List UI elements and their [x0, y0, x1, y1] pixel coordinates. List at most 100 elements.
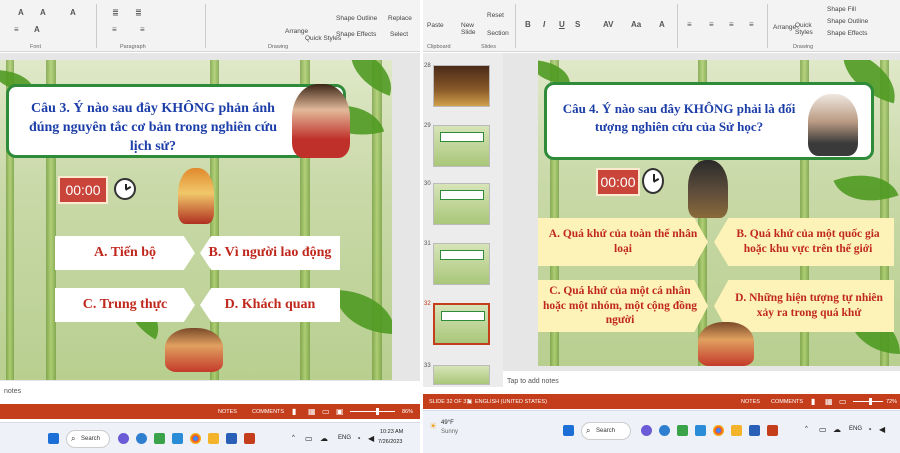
arrange-button[interactable]: Arrange	[773, 24, 796, 31]
edge-icon[interactable]	[659, 425, 670, 436]
bold-button[interactable]: A	[18, 8, 24, 17]
volume-icon[interactable]: ◀	[368, 434, 374, 443]
windows-icon[interactable]	[48, 433, 59, 444]
shape-outline-button[interactable]: Shape Outline	[827, 18, 868, 25]
align-center-button[interactable]: ≡	[709, 20, 714, 29]
reading-view-icon[interactable]: ▭	[322, 407, 330, 416]
shape-outline-button[interactable]: Shape Outline	[336, 15, 377, 22]
slide-sorter-icon[interactable]: ▦	[308, 407, 316, 416]
underline-button[interactable]: U	[559, 20, 565, 29]
replace-button[interactable]: Replace	[388, 15, 412, 22]
reading-view-icon[interactable]: ▭	[839, 397, 847, 406]
language-status[interactable]: ENGLISH (UNITED STATES)	[475, 399, 547, 405]
align-center-button[interactable]: ≡	[140, 25, 145, 34]
font-color-button[interactable]: A	[659, 20, 665, 29]
slide-canvas[interactable]: Câu 3. Ý nào sau đây KHÔNG phản ánh đúng…	[0, 60, 392, 380]
photos-icon[interactable]	[172, 433, 183, 444]
zoom-slider-knob[interactable]	[376, 408, 379, 415]
italic-button[interactable]: I	[543, 20, 545, 29]
answer-c[interactable]: C. Trung thực	[55, 288, 195, 322]
notes-pane[interactable]: Tap to add notes	[507, 378, 559, 385]
arrange-button[interactable]: Arrange	[285, 28, 308, 35]
word-icon[interactable]	[749, 425, 760, 436]
slide-thumbnail-28[interactable]	[433, 65, 490, 107]
search-box[interactable]: ⌕ Search	[581, 422, 631, 440]
search-box[interactable]: ⌕ Search	[66, 430, 110, 448]
quick-styles-button[interactable]: Quick Styles	[795, 22, 819, 36]
zoom-level[interactable]: 86%	[402, 409, 413, 415]
shape-fill-button[interactable]: Shape Fill	[827, 6, 856, 13]
slide-thumbnail-32[interactable]	[433, 303, 490, 345]
change-case-button[interactable]: Aa	[631, 20, 641, 29]
clock-time[interactable]: 10:23 AM	[380, 429, 403, 435]
answer-c[interactable]: C. Quá khứ của một cá nhân hoặc một nhóm…	[538, 280, 708, 332]
copilot-icon[interactable]	[118, 433, 129, 444]
slide-canvas[interactable]: Câu 4. Ý nào sau đây KHÔNG phải là đối t…	[538, 60, 900, 366]
align-left-button[interactable]: ≡	[112, 25, 117, 34]
numbering-button[interactable]: ≣	[135, 8, 142, 17]
zoom-level[interactable]: 72%	[886, 399, 897, 405]
copilot-icon[interactable]	[641, 425, 652, 436]
word-icon[interactable]	[226, 433, 237, 444]
text-color-button[interactable]: A	[34, 25, 40, 34]
weather-icon[interactable]: ☀	[429, 421, 437, 432]
wifi-icon[interactable]: ◔	[356, 434, 361, 443]
tray-expand-icon[interactable]: ^	[805, 426, 808, 432]
comments-toggle[interactable]: COMMENTS	[252, 409, 284, 415]
zoom-slider[interactable]	[853, 401, 883, 402]
zoom-slider[interactable]	[350, 411, 395, 412]
paste-button[interactable]: Paste	[427, 22, 444, 29]
char-spacing-button[interactable]: AV	[603, 20, 614, 29]
comments-toggle[interactable]: COMMENTS	[771, 399, 803, 405]
notes-toggle[interactable]: NOTES	[741, 399, 760, 405]
spellcheck-icon[interactable]: ▣	[467, 399, 472, 405]
weather-desc[interactable]: Sunny	[441, 429, 458, 435]
weather-temp[interactable]: 49°F	[441, 420, 454, 426]
slideshow-icon[interactable]: ▣	[336, 407, 344, 416]
answer-d[interactable]: D. Khách quan	[200, 288, 340, 322]
edge-icon[interactable]	[136, 433, 147, 444]
powerpoint-icon[interactable]	[244, 433, 255, 444]
slide-sorter-icon[interactable]: ▦	[825, 397, 833, 406]
answer-a[interactable]: A. Quá khứ của toàn thể nhân loại	[538, 218, 708, 266]
normal-view-icon[interactable]: ▮	[811, 397, 815, 406]
language-indicator[interactable]: ENG	[849, 426, 862, 432]
file-explorer-icon[interactable]	[208, 433, 219, 444]
chrome-icon[interactable]	[713, 425, 724, 436]
shape-effects-button[interactable]: Shape Effects	[336, 31, 376, 38]
windows-icon[interactable]	[563, 425, 574, 436]
slide-thumbnail-31[interactable]	[433, 243, 490, 285]
normal-view-icon[interactable]: ▮	[292, 407, 296, 416]
align-right-button[interactable]: ≡	[729, 20, 734, 29]
chrome-icon[interactable]	[190, 433, 201, 444]
font-color-button[interactable]: A	[70, 8, 76, 17]
file-explorer-icon[interactable]	[731, 425, 742, 436]
store-icon[interactable]	[677, 425, 688, 436]
slide-thumbnail-33[interactable]	[433, 365, 490, 385]
wifi-icon[interactable]: ◔	[867, 425, 872, 434]
camera-icon[interactable]: ▭	[819, 425, 827, 434]
photos-icon[interactable]	[695, 425, 706, 436]
notes-toggle[interactable]: NOTES	[218, 409, 237, 415]
tray-expand-icon[interactable]: ^	[292, 435, 295, 441]
justify-button[interactable]: ≡	[749, 20, 754, 29]
bold-button[interactable]: B	[525, 20, 531, 29]
notes-pane[interactable]: notes	[4, 388, 21, 395]
answer-a[interactable]: A. Tiến bộ	[55, 236, 195, 270]
align-left-button[interactable]: ≡	[687, 20, 692, 29]
camera-icon[interactable]: ▭	[305, 434, 313, 443]
slide-thumbnail-30[interactable]	[433, 183, 490, 225]
answer-b[interactable]: B. Quá khứ của một quốc gia hoặc khu vực…	[714, 218, 894, 266]
volume-icon[interactable]: ◀	[879, 425, 885, 434]
shape-effects-button[interactable]: Shape Effects	[827, 30, 867, 37]
bullets-button[interactable]: ≣	[112, 8, 119, 17]
powerpoint-icon[interactable]	[767, 425, 778, 436]
cloud-icon[interactable]: ☁	[833, 425, 841, 434]
store-icon[interactable]	[154, 433, 165, 444]
section-button[interactable]: Section	[487, 30, 509, 37]
reset-button[interactable]: Reset	[487, 12, 504, 19]
char-spacing-button[interactable]: ≡	[14, 25, 19, 34]
strikethrough-button[interactable]: S	[575, 20, 580, 29]
language-indicator[interactable]: ENG	[338, 435, 351, 441]
slide-thumbnail-29[interactable]	[433, 125, 490, 167]
